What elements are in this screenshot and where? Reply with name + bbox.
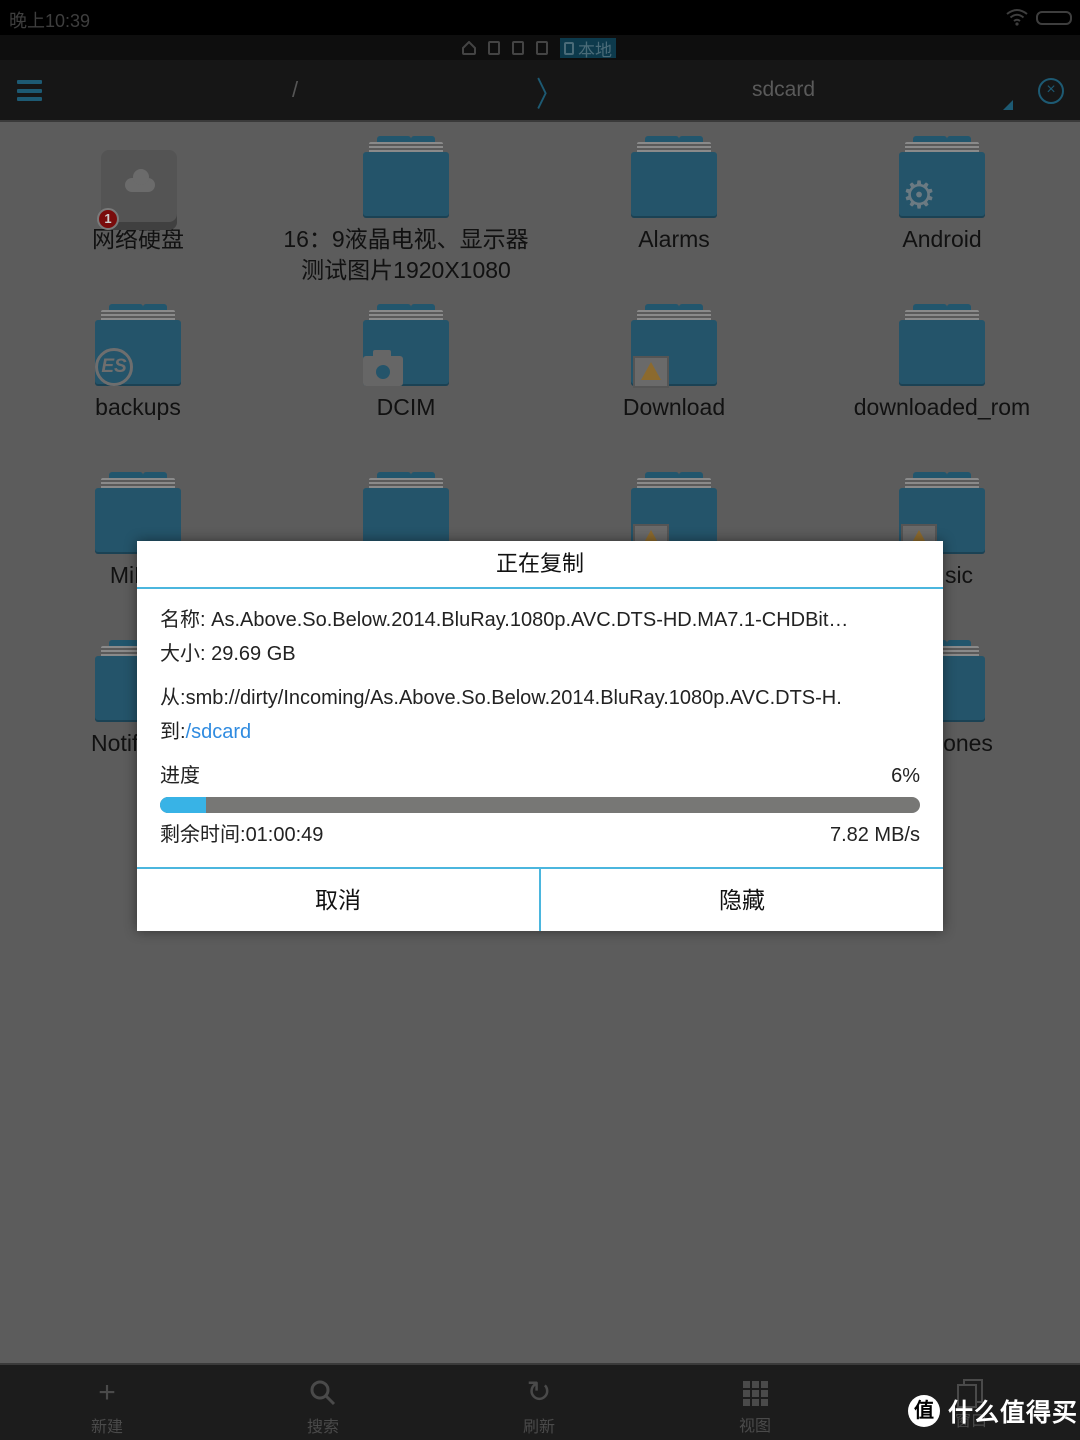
location-tabs: 本地 — [0, 35, 1080, 60]
file-label: downloaded_rom — [853, 394, 1031, 420]
refresh-icon: ↻ — [526, 1376, 552, 1409]
view-label: 视图 — [738, 1418, 771, 1435]
source-path: smb://dirty/Incoming/As.Above.So.Below.2… — [185, 687, 842, 709]
destination-link[interactable]: /sdcard — [186, 721, 252, 743]
image-warning-icon — [633, 356, 669, 388]
wifi-icon — [1006, 9, 1028, 26]
file-name-row: 名称: As.Above.So.Below.2014.BluRay.1080p.… — [160, 603, 920, 637]
breadcrumb-root[interactable]: / — [292, 77, 298, 103]
progress-bar-fill — [160, 797, 206, 813]
file-item-android[interactable]: ⚙ Android — [808, 136, 1076, 255]
network-drive-icon: 1 — [97, 150, 177, 230]
file-item-network-drive[interactable]: 1 网络硬盘 — [4, 136, 272, 255]
network-icon[interactable] — [536, 41, 548, 55]
watermark: 值 什么值得买 — [908, 1393, 1078, 1429]
time-remaining-value: 01:00:49 — [245, 824, 324, 846]
watermark-logo-icon: 值 — [908, 1395, 940, 1427]
search-button[interactable]: 搜索 — [263, 1365, 383, 1440]
es-logo-icon: ES — [95, 348, 133, 386]
source-row: 从:smb://dirty/Incoming/As.Above.So.Below… — [160, 681, 920, 715]
hide-button[interactable]: 隐藏 — [539, 869, 943, 931]
status-bar: 晚上10:39 — [0, 0, 1080, 35]
file-item-download[interactable]: Download — [540, 304, 808, 423]
new-label: 新建 — [90, 1419, 123, 1436]
close-icon[interactable]: × — [1038, 78, 1064, 104]
file-size-row: 大小: 29.69 GB — [160, 637, 920, 671]
new-button[interactable]: + 新建 — [47, 1365, 167, 1440]
folder-icon: ⚙ — [899, 136, 985, 218]
dropdown-triangle-icon[interactable] — [1003, 100, 1013, 110]
folder-icon: ES — [95, 304, 181, 386]
transfer-speed: 7.82 MB/s — [829, 824, 920, 846]
gear-icon: ⚙ — [901, 175, 937, 217]
dialog-buttons: 取消 隐藏 — [137, 867, 943, 931]
tab-local-label: 本地 — [578, 40, 612, 60]
progress-label: 进度 — [160, 765, 200, 787]
copy-progress-dialog: 正在复制 名称: As.Above.So.Below.2014.BluRay.1… — [137, 541, 943, 931]
breadcrumb-separator-icon: 〉 — [536, 74, 563, 114]
battery-icon — [1036, 11, 1072, 25]
search-icon — [310, 1380, 336, 1406]
destination-label: 到: — [160, 721, 186, 743]
file-size-label: 大小: — [160, 643, 212, 665]
devices-icon[interactable] — [512, 41, 524, 55]
file-label: DCIM — [376, 394, 436, 420]
file-item-dcim[interactable]: DCIM — [272, 304, 540, 423]
file-item-folder[interactable]: 16：9液晶电视、显示器 测试图片1920X1080 — [272, 136, 540, 286]
file-item-downloaded-rom[interactable]: downloaded_rom — [808, 304, 1076, 423]
file-label-line1: 16：9液晶电视、显示器 — [283, 226, 529, 252]
file-label: Download — [622, 394, 726, 420]
breadcrumb-current[interactable]: sdcard — [752, 78, 815, 102]
refresh-label: 刷新 — [522, 1419, 555, 1436]
phone-icon[interactable] — [488, 41, 500, 55]
file-item-backups[interactable]: ES backups — [4, 304, 272, 423]
notification-badge: 1 — [97, 208, 119, 230]
folder-icon — [363, 304, 449, 386]
phone-icon — [564, 41, 574, 55]
file-name-value: As.Above.So.Below.2014.BluRay.1080p.AVC.… — [211, 609, 849, 631]
view-button[interactable]: 视图 — [695, 1365, 815, 1440]
progress-footer: 剩余时间:01:00:49 7.82 MB/s — [160, 819, 920, 851]
time-remaining: 剩余时间:01:00:49 — [160, 819, 323, 851]
home-icon[interactable] — [462, 41, 476, 55]
menu-icon[interactable] — [17, 80, 42, 101]
folder-icon — [363, 136, 449, 218]
file-item-alarms[interactable]: Alarms — [540, 136, 808, 255]
refresh-button[interactable]: ↻ 刷新 — [479, 1365, 599, 1440]
file-label: Android — [902, 226, 982, 252]
file-label-line2: 测试图片1920X1080 — [301, 257, 511, 283]
time-remaining-label: 剩余时间: — [160, 824, 246, 846]
progress-header: 进度 6% — [160, 761, 920, 791]
status-time: 晚上10:39 — [9, 11, 91, 31]
cancel-button[interactable]: 取消 — [137, 869, 539, 931]
file-label: backups — [95, 394, 181, 420]
toolbar: / 〉 sdcard × — [0, 60, 1080, 122]
cloud-icon — [125, 169, 155, 192]
camera-icon — [363, 350, 403, 386]
file-label: 16：9液晶电视、显示器 测试图片1920X1080 — [272, 224, 540, 286]
watermark-text: 什么值得买 — [948, 1399, 1079, 1427]
folder-icon — [631, 304, 717, 388]
destination-row: 到:/sdcard — [160, 715, 920, 749]
file-size-value: 29.69 GB — [211, 643, 296, 665]
source-label: 从: — [160, 687, 186, 709]
screen: 晚上10:39 本地 / 〉 sdcard × 1 网络硬盘 16：9液晶电视、… — [0, 0, 1080, 1440]
dialog-title: 正在复制 — [137, 541, 943, 589]
tab-local[interactable]: 本地 — [560, 38, 616, 60]
progress-bar — [160, 797, 920, 813]
folder-icon — [631, 136, 717, 218]
progress-percent: 6% — [891, 765, 920, 787]
file-name-label: 名称: — [160, 609, 212, 631]
file-label: Alarms — [638, 226, 710, 252]
folder-icon — [899, 304, 985, 386]
plus-icon: + — [98, 1376, 116, 1409]
search-label: 搜索 — [306, 1419, 339, 1436]
grid-view-icon — [742, 1381, 768, 1406]
